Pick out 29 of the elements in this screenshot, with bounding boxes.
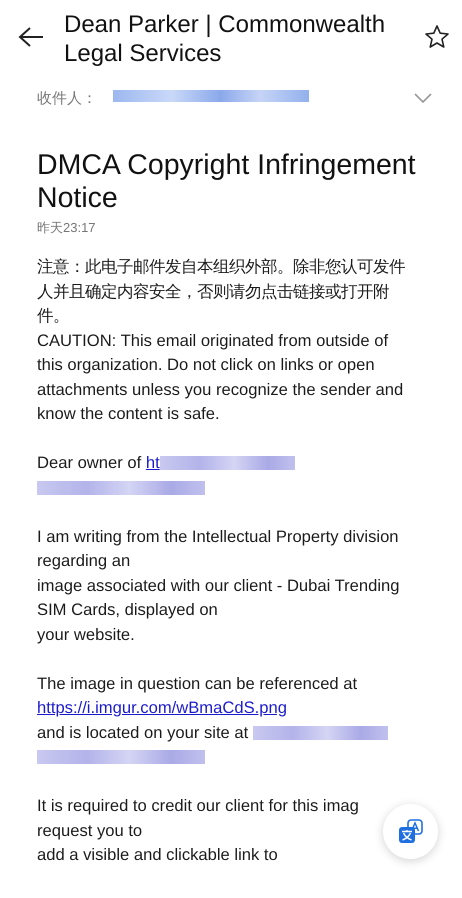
- body-text: image associated with our client - Dubai Trending: [37, 574, 400, 596]
- body-text: It is required to credit our client for this imag: [37, 795, 359, 817]
- link[interactable]: ht: [146, 451, 160, 476]
- star-icon[interactable]: [424, 24, 450, 50]
- body-text: 人并且确定内容安全，否则请勿点击链接或打开附: [37, 280, 389, 302]
- body-text: The image in question can be referenced at: [37, 672, 358, 694]
- body-text: request you to: [37, 820, 142, 842]
- body-text: know the content is safe.: [37, 403, 220, 425]
- body-text: add a visible and clickable link to: [37, 844, 278, 866]
- body-text: SIM Cards, displayed on: [37, 599, 218, 621]
- chevron-down-icon[interactable]: [414, 93, 432, 103]
- recipient-label: 收件人：: [37, 88, 98, 108]
- body-text: and is located on your site at: [37, 722, 250, 744]
- body-text: this organization. Do not click on links or open: [37, 354, 375, 376]
- body-text: I am writing from the Intellectual Property division: [37, 526, 399, 548]
- body-text: attachments unless you recognize the sender and: [37, 378, 404, 400]
- body-text: 件。: [37, 305, 69, 327]
- email-date: 昨天23:17: [37, 219, 97, 237]
- body-text: your website.: [37, 624, 135, 646]
- body-text: Dear owner of: [37, 452, 142, 474]
- email-subject: DMCA Copyright Infringement Notice: [37, 149, 417, 215]
- body-text: regarding an: [37, 550, 130, 572]
- translate-icon: [396, 818, 424, 844]
- body-text: CAUTION: This email originated from outside of: [37, 330, 388, 352]
- link[interactable]: https://i.imgur.com/wBmaCdS.png: [37, 696, 287, 720]
- translate-button[interactable]: [383, 804, 438, 859]
- back-icon[interactable]: [18, 26, 44, 48]
- sender-name: Dean Parker | Commonwealth Legal Services: [64, 10, 386, 68]
- body-text: 注意：此电子邮件发自本组织外部。除非您认可发件: [37, 256, 405, 278]
